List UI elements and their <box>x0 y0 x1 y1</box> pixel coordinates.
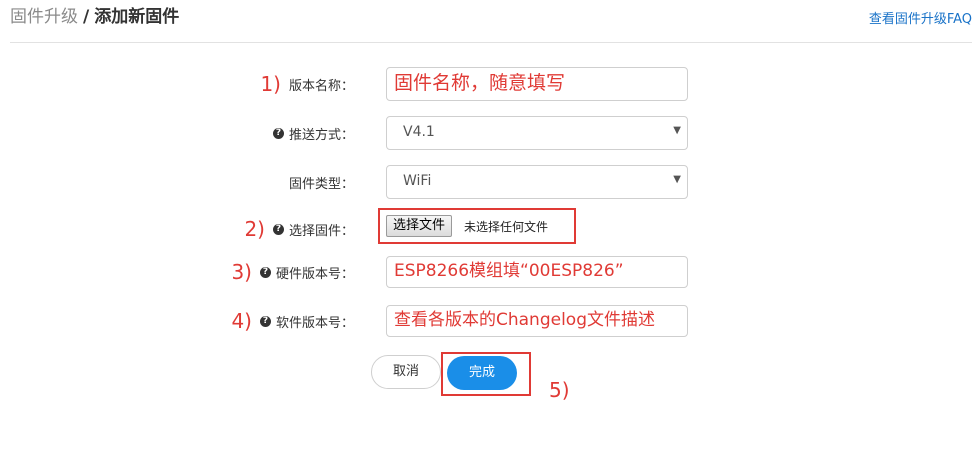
firmware-type-selected: WiFi <box>403 173 432 189</box>
page-header: 固件升级 / 添加新固件 查看固件升级FAQ <box>0 0 980 42</box>
software-version-input[interactable]: 查看各版本的Changelog文件描述 <box>386 305 688 337</box>
step-5-annotation: 5) <box>549 378 570 402</box>
step-2-annotation: 2) <box>244 217 265 241</box>
choose-file-button[interactable]: 选择文件 <box>386 215 453 237</box>
file-status: 未选择任何文件 <box>464 220 549 234</box>
version-name-row: 1) 版本名称： 固件名称，随意填写 <box>0 67 980 101</box>
help-icon[interactable]: ? <box>259 315 271 327</box>
version-name-value: 固件名称，随意填写 <box>394 72 566 94</box>
breadcrumb-parent[interactable]: 固件升级 <box>10 7 78 27</box>
step-1-annotation: 1) <box>260 72 281 96</box>
done-button[interactable]: 完成 <box>447 356 517 390</box>
version-name-label: 版本名称： <box>288 78 354 94</box>
push-method-select[interactable]: V4.1 ▼ <box>386 116 688 150</box>
help-icon[interactable]: ? <box>272 223 284 235</box>
firmware-type-select[interactable]: WiFi ▼ <box>386 165 688 199</box>
cancel-button[interactable]: 取消 <box>371 355 441 389</box>
push-method-label: 推送方式： <box>288 127 354 143</box>
help-icon[interactable]: ? <box>259 266 271 278</box>
hardware-version-label-group: 3) ? 硬件版本号： <box>231 259 354 285</box>
caret-down-icon: ▼ <box>673 174 681 185</box>
software-version-value: 查看各版本的Changelog文件描述 <box>394 310 656 330</box>
done-button-highlight: 完成 <box>441 352 531 396</box>
choose-firmware-label: 选择固件： <box>288 223 354 239</box>
breadcrumb-current: 添加新固件 <box>94 7 180 27</box>
hardware-version-value: ESP8266模组填“00ESP826” <box>394 261 624 281</box>
firmware-type-label-group: 固件类型： <box>289 169 354 195</box>
push-method-selected: V4.1 <box>403 124 435 140</box>
software-version-row: 4) ? 软件版本号： 查看各版本的Changelog文件描述 <box>0 305 980 337</box>
help-icon[interactable]: ? <box>272 127 284 139</box>
breadcrumb: 固件升级 / 添加新固件 <box>10 6 179 28</box>
firmware-type-label: 固件类型： <box>288 176 354 192</box>
version-name-input[interactable]: 固件名称，随意填写 <box>386 67 688 101</box>
breadcrumb-separator: / <box>83 7 90 27</box>
header-divider <box>10 42 972 43</box>
push-method-label-group: ? 推送方式： <box>272 120 354 146</box>
hardware-version-row: 3) ? 硬件版本号： ESP8266模组填“00ESP826” <box>0 256 980 288</box>
choose-firmware-label-group: 2) ? 选择固件： <box>244 216 354 242</box>
choose-firmware-row: 2) ? 选择固件： 选择文件 未选择任何文件 <box>0 208 980 246</box>
step-4-annotation: 4) <box>231 309 252 333</box>
push-method-row: ? 推送方式： V4.1 ▼ <box>0 116 980 150</box>
step-3-annotation: 3) <box>231 260 252 284</box>
software-version-label-group: 4) ? 软件版本号： <box>231 308 354 334</box>
faq-link[interactable]: 查看固件升级FAQ <box>869 8 972 27</box>
file-picker-highlight: 选择文件 未选择任何文件 <box>378 208 576 244</box>
firmware-type-row: 固件类型： WiFi ▼ <box>0 165 980 199</box>
version-name-label-group: 1) 版本名称： <box>260 71 354 97</box>
hardware-version-input[interactable]: ESP8266模组填“00ESP826” <box>386 256 688 288</box>
software-version-label: 软件版本号： <box>275 315 354 331</box>
caret-down-icon: ▼ <box>673 125 681 136</box>
hardware-version-label: 硬件版本号： <box>275 266 354 282</box>
